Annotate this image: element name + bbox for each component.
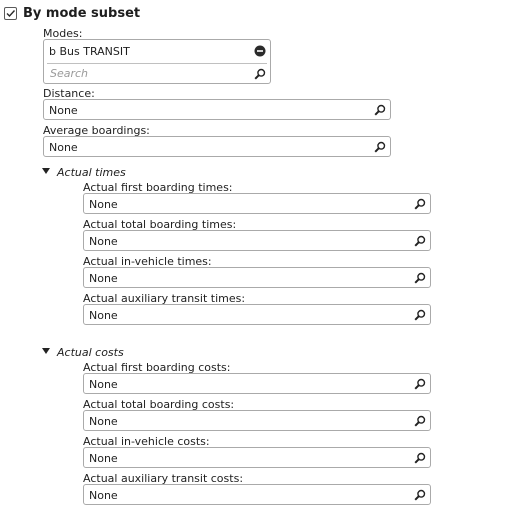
total-boarding-times-field[interactable]: None <box>83 230 431 251</box>
triangle-down-icon[interactable] <box>42 348 50 354</box>
actual-times-title[interactable]: Actual times <box>57 166 126 179</box>
modes-search-input[interactable]: Search <box>50 67 88 80</box>
first-boarding-times-field[interactable]: None <box>83 193 431 214</box>
avg-boardings-value: None <box>49 141 78 154</box>
magnifier-icon[interactable] <box>414 415 426 427</box>
magnifier-icon[interactable] <box>414 235 426 247</box>
in-vehicle-costs-value: None <box>89 452 118 465</box>
first-boarding-costs-field[interactable]: None <box>83 373 431 394</box>
first-boarding-times-value: None <box>89 198 118 211</box>
distance-value: None <box>49 104 78 117</box>
auxiliary-transit-costs-value: None <box>89 489 118 502</box>
in-vehicle-costs-field[interactable]: None <box>83 447 431 468</box>
by-mode-subset-checkbox[interactable] <box>4 7 17 20</box>
in-vehicle-times-value: None <box>89 272 118 285</box>
magnifier-icon[interactable] <box>414 272 426 284</box>
magnifier-icon[interactable] <box>414 198 426 210</box>
magnifier-icon[interactable] <box>374 104 386 116</box>
auxiliary-transit-times-value: None <box>89 309 118 322</box>
magnifier-icon[interactable] <box>254 68 266 80</box>
auxiliary-transit-costs-field[interactable]: None <box>83 484 431 505</box>
mode-item: b Bus TRANSIT <box>49 45 130 58</box>
divider <box>47 63 267 64</box>
modes-selector[interactable]: b Bus TRANSIT Search <box>43 39 271 84</box>
total-boarding-costs-field[interactable]: None <box>83 410 431 431</box>
magnifier-icon[interactable] <box>414 309 426 321</box>
auxiliary-transit-times-field[interactable]: None <box>83 304 431 325</box>
distance-field[interactable]: None <box>43 99 391 120</box>
magnifier-icon[interactable] <box>414 489 426 501</box>
magnifier-icon[interactable] <box>414 378 426 390</box>
first-boarding-costs-value: None <box>89 378 118 391</box>
total-boarding-times-value: None <box>89 235 118 248</box>
section-title: By mode subset <box>23 6 141 21</box>
triangle-down-icon[interactable] <box>42 168 50 174</box>
checkmark-icon <box>6 10 16 18</box>
actual-costs-title[interactable]: Actual costs <box>57 346 124 359</box>
remove-circle-icon[interactable] <box>254 45 266 57</box>
avg-boardings-field[interactable]: None <box>43 136 391 157</box>
total-boarding-costs-value: None <box>89 415 118 428</box>
magnifier-icon[interactable] <box>414 452 426 464</box>
magnifier-icon[interactable] <box>374 141 386 153</box>
in-vehicle-times-field[interactable]: None <box>83 267 431 288</box>
